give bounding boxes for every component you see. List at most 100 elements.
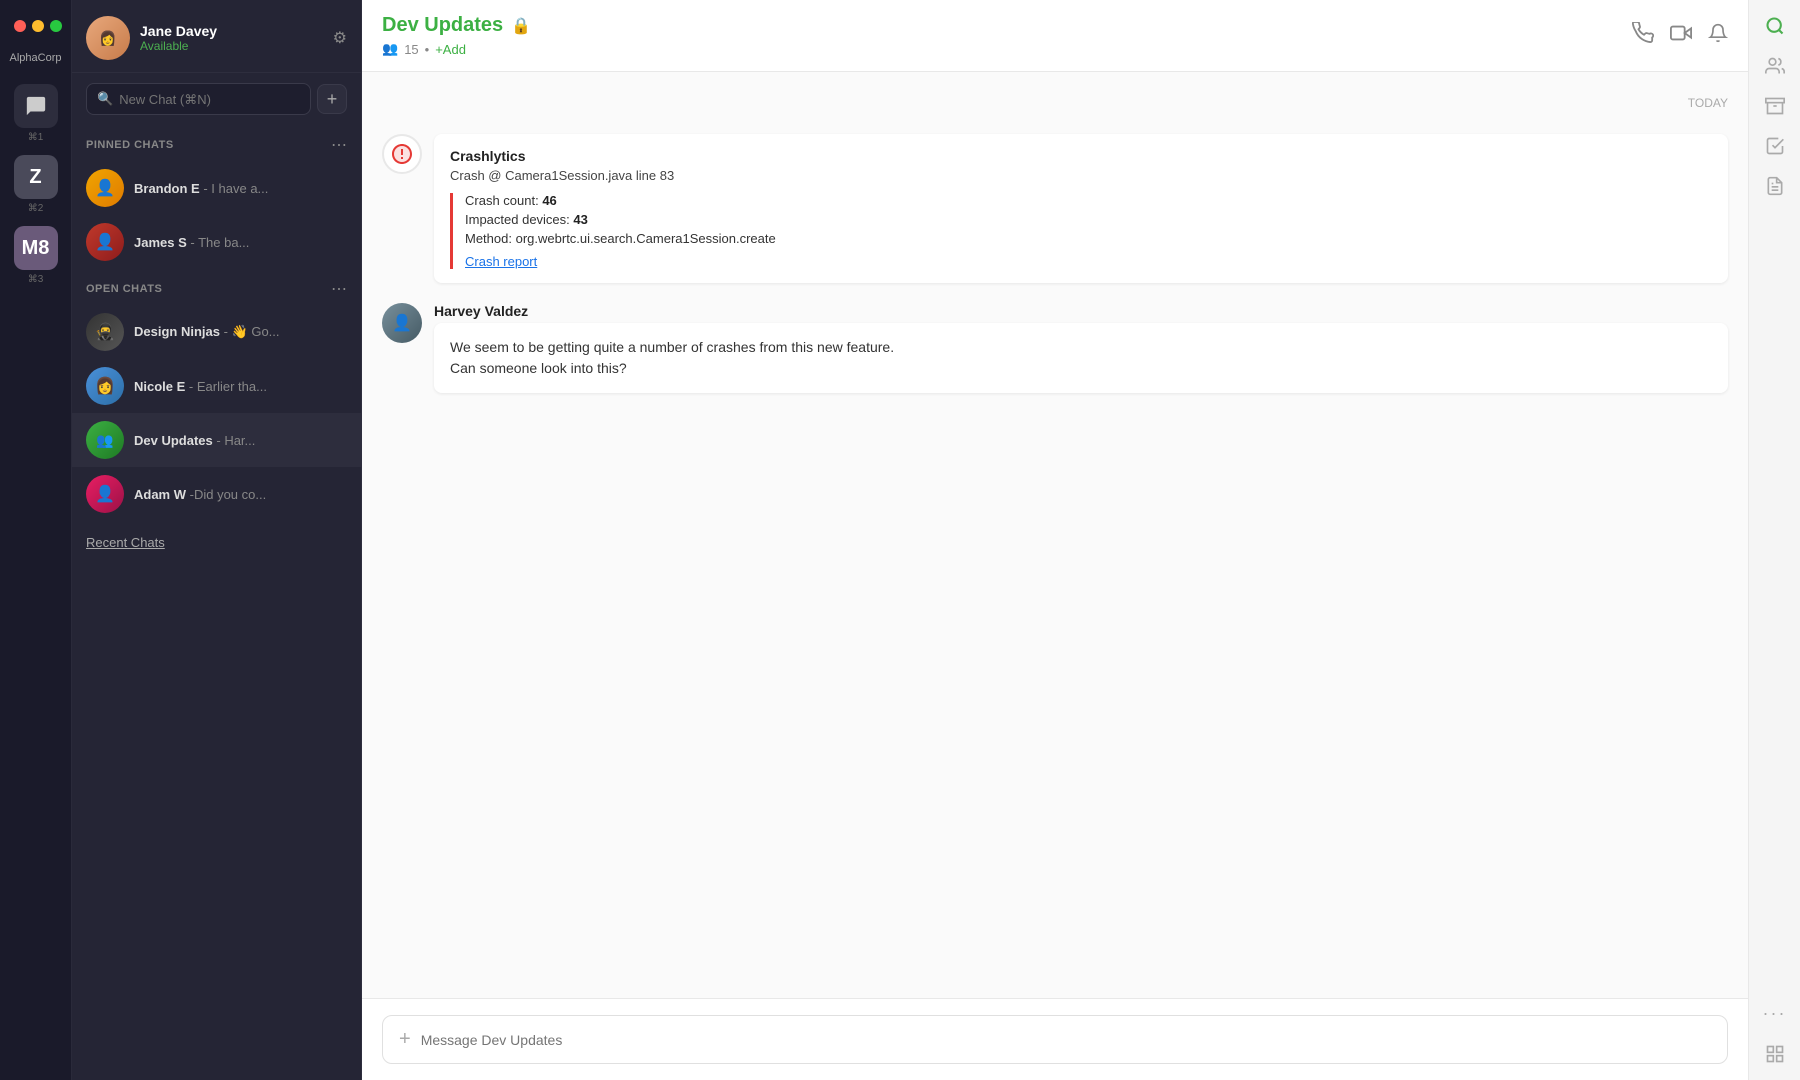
recent-chats-link[interactable]: Recent Chats (72, 521, 361, 564)
video-call-button[interactable] (1670, 22, 1692, 50)
chat-title-area: Dev Updates 🔒 👥 15 • +Add (382, 14, 531, 57)
crashlytics-title: Crashlytics (450, 148, 1712, 164)
crash-count-value: 46 (542, 193, 556, 208)
right-panel: ··· (1748, 0, 1800, 1080)
message-crashlytics: Crashlytics Crash @ Camera1Session.java … (382, 134, 1728, 283)
brandon-preview: - I have a... (203, 181, 268, 196)
dev-updates-info: Dev Updates - Har... (134, 433, 347, 448)
james-preview: - The ba... (190, 235, 249, 250)
voice-call-button[interactable] (1632, 22, 1654, 50)
message-input-wrap: + (382, 1015, 1728, 1064)
harvey-avatar: 👤 (382, 303, 422, 343)
harvey-sender: Harvey Valdez (434, 303, 1728, 319)
design-ninjas-info: Design Ninjas - 👋 Go... (134, 324, 347, 340)
method-line: Method: org.webrtc.ui.search.Camera1Sess… (465, 231, 1712, 246)
search-input[interactable] (119, 92, 300, 107)
add-members-link[interactable]: +Add (435, 42, 466, 57)
adam-info: Adam W -Did you co... (134, 487, 347, 502)
adam-avatar: 👤 (86, 475, 124, 513)
notifications-button[interactable] (1708, 23, 1728, 49)
james-name: James S (134, 235, 187, 250)
adam-preview: -Did you co... (190, 487, 267, 502)
dock-shortcut-1: ⌘1 (28, 132, 44, 143)
grid-view-button[interactable] (1765, 1044, 1785, 1064)
pinned-chats-header: PINNED CHATS ⋯ (72, 125, 361, 161)
sidebar: 👩 Jane Davey Available ⚙ 🔍 + PINNED CHAT… (72, 0, 362, 1080)
docs-panel-button[interactable] (1765, 176, 1785, 196)
dock-shortcut-2: ⌘2 (28, 203, 44, 214)
harvey-content: Harvey Valdez We seem to be getting quit… (434, 303, 1728, 393)
app-badge: 8 (38, 237, 49, 260)
attachment-button[interactable]: + (399, 1028, 411, 1051)
new-chat-button[interactable]: + (317, 84, 347, 114)
member-count: 15 (404, 42, 418, 57)
brandon-name: Brandon E (134, 181, 200, 196)
open-chat-adam[interactable]: 👤 Adam W -Did you co... (72, 467, 361, 521)
dock-group-chat: ⌘1 (14, 84, 58, 143)
sidebar-user-header: 👩 Jane Davey Available ⚙ (72, 0, 361, 73)
harvey-bubble: We seem to be getting quite a number of … (434, 323, 1728, 393)
dock-icon-m[interactable]: M 8 (14, 226, 58, 270)
dock-shortcut-3: ⌘3 (28, 274, 44, 285)
design-ninjas-preview: - 👋 Go... (224, 324, 280, 339)
open-chat-dev-updates[interactable]: 👥 Dev Updates - Har... (72, 413, 361, 467)
open-chats-more-icon[interactable]: ⋯ (331, 279, 347, 299)
tasks-panel-button[interactable] (1765, 136, 1785, 156)
traffic-light-red[interactable] (14, 20, 26, 32)
user-name: Jane Davey (140, 23, 323, 39)
chat-title-row: Dev Updates 🔒 (382, 14, 531, 37)
dock-icon-z[interactable]: Z (14, 155, 58, 199)
open-chat-design-ninjas[interactable]: 🥷 Design Ninjas - 👋 Go... (72, 305, 361, 359)
people-icon: 👥 (382, 41, 398, 57)
harvey-text: We seem to be getting quite a number of … (450, 337, 1712, 379)
pinned-chat-brandon[interactable]: 👤 Brandon E - I have a... (72, 161, 361, 215)
nicole-preview: - Earlier tha... (189, 379, 267, 394)
james-info: James S - The ba... (134, 235, 347, 250)
main-chat-area: Dev Updates 🔒 👥 15 • +Add TODAY (362, 0, 1748, 1080)
search-panel-button[interactable] (1765, 16, 1785, 36)
pinned-chats-more-icon[interactable]: ⋯ (331, 135, 347, 155)
user-status: Available (140, 39, 323, 53)
impacted-value: 43 (573, 212, 587, 227)
message-input[interactable] (421, 1032, 1711, 1048)
crashlytics-content: Crashlytics Crash @ Camera1Session.java … (434, 134, 1728, 283)
archive-panel-button[interactable] (1765, 96, 1785, 116)
crash-count-line: Crash count: 46 (465, 193, 1712, 208)
dock-icon-chat[interactable] (14, 84, 58, 128)
messages-area: TODAY Crashlytics Crash @ Camera1Session… (362, 72, 1748, 998)
open-chat-nicole[interactable]: 👩 Nicole E - Earlier tha... (72, 359, 361, 413)
james-avatar: 👤 (86, 223, 124, 261)
dock: AlphaCorp ⌘1 Z ⌘2 M 8 ⌘3 (0, 0, 72, 1080)
pinned-chat-james[interactable]: 👤 James S - The ba... (72, 215, 361, 269)
crash-details: Crash count: 46 Impacted devices: 43 Met… (450, 193, 1712, 269)
dev-updates-preview: - Har... (216, 433, 255, 448)
chat-meta: 👥 15 • +Add (382, 41, 531, 57)
adam-name: Adam W (134, 487, 186, 502)
dev-updates-name: Dev Updates (134, 433, 213, 448)
settings-icon[interactable]: ⚙ (333, 28, 347, 48)
search-icon: 🔍 (97, 91, 113, 107)
message-input-area: + (362, 998, 1748, 1080)
design-ninjas-avatar: 🥷 (86, 313, 124, 351)
traffic-light-yellow[interactable] (32, 20, 44, 32)
user-info: Jane Davey Available (140, 23, 323, 53)
message-harvey: 👤 Harvey Valdez We seem to be getting qu… (382, 303, 1728, 393)
app-name: AlphaCorp (6, 52, 66, 64)
dock-group-z: Z ⌘2 (14, 155, 58, 214)
crash-report-link[interactable]: Crash report (465, 254, 1712, 269)
nicole-avatar: 👩 (86, 367, 124, 405)
more-options-button[interactable]: ··· (1763, 1003, 1787, 1024)
search-input-wrap[interactable]: 🔍 (86, 83, 311, 115)
pinned-chats-label: PINNED CHATS (86, 139, 174, 151)
traffic-light-green[interactable] (50, 20, 62, 32)
open-chats-header: OPEN CHATS ⋯ (72, 269, 361, 305)
team-panel-button[interactable] (1765, 56, 1785, 76)
open-chats-label: OPEN CHATS (86, 283, 162, 295)
header-actions (1632, 22, 1728, 50)
search-bar: 🔍 + (86, 83, 347, 115)
nicole-info: Nicole E - Earlier tha... (134, 379, 347, 394)
nicole-name: Nicole E (134, 379, 185, 394)
dev-updates-avatar: 👥 (86, 421, 124, 459)
design-ninjas-name: Design Ninjas (134, 324, 220, 339)
chat-title: Dev Updates (382, 14, 503, 37)
